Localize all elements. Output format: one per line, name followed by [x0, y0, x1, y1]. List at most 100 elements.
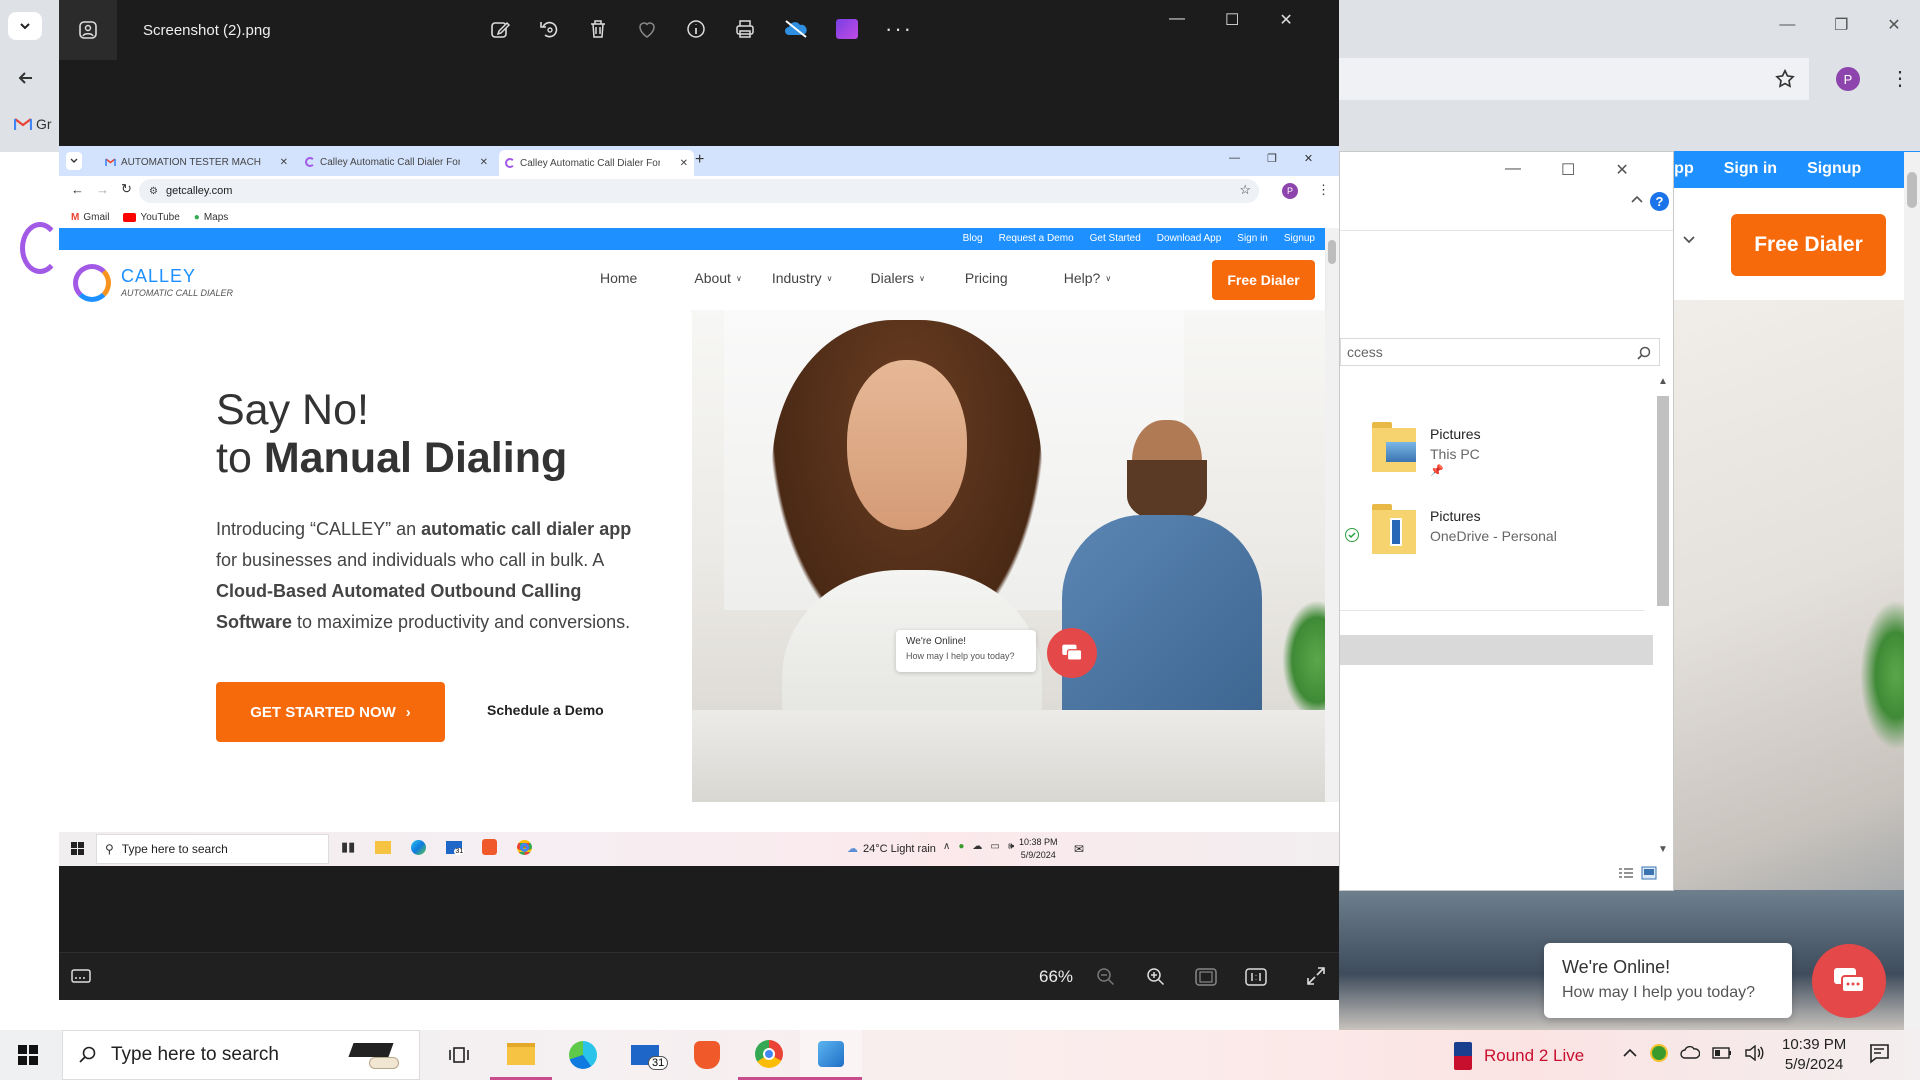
- schedule-demo-link[interactable]: Schedule a Demo: [487, 702, 604, 718]
- start-button[interactable]: [18, 1045, 38, 1065]
- tray-app-icon[interactable]: [1650, 1044, 1668, 1062]
- minimize-icon[interactable]: —: [1779, 16, 1795, 34]
- filmstrip-icon[interactable]: [71, 967, 91, 985]
- chrome-button[interactable]: [738, 1030, 800, 1080]
- inner-tab-active[interactable]: Calley Automatic Call Dialer For ✕: [499, 150, 694, 176]
- tab-dropdown-button[interactable]: [8, 12, 42, 40]
- bg-menu-icon[interactable]: ⋮: [1890, 66, 1910, 91]
- info-icon[interactable]: [685, 18, 707, 40]
- photos-button[interactable]: [800, 1030, 862, 1080]
- onedrive-icon[interactable]: [1680, 1046, 1700, 1060]
- explorer-minimize-icon[interactable]: —: [1505, 160, 1521, 180]
- topbar-signin-link[interactable]: Sign in: [1237, 233, 1268, 244]
- topbar-request-demo-link[interactable]: Request a Demo: [999, 233, 1074, 244]
- bg-topbar-signup-link[interactable]: Signup: [1807, 160, 1861, 178]
- bg-address-bar[interactable]: [1339, 58, 1809, 100]
- bookmark-youtube[interactable]: YouTube: [123, 212, 180, 223]
- inner-star-icon[interactable]: ☆: [1239, 182, 1251, 198]
- delete-icon[interactable]: [587, 18, 609, 40]
- zoom-in-icon[interactable]: [1146, 967, 1166, 987]
- task-view-button[interactable]: [428, 1030, 490, 1080]
- mail-icon[interactable]: 31: [446, 840, 465, 855]
- edge-button[interactable]: [552, 1030, 614, 1080]
- tray-chevron-icon[interactable]: ∧: [943, 841, 950, 852]
- details-view-icon[interactable]: [1618, 867, 1634, 879]
- brave-icon[interactable]: [482, 839, 498, 855]
- bg-avatar[interactable]: P: [1836, 67, 1860, 91]
- site-info-icon[interactable]: ⚙: [149, 186, 158, 197]
- large-icons-view-icon[interactable]: [1641, 866, 1657, 880]
- nav-dialers[interactable]: Dialers ∨: [870, 270, 924, 286]
- volume-icon[interactable]: 🕪: [1008, 841, 1014, 852]
- bg-back-button[interactable]: [16, 68, 36, 88]
- inner-reload-icon[interactable]: ↻: [121, 181, 132, 197]
- notification-center-button[interactable]: [1868, 1042, 1892, 1066]
- inner-notification-icon[interactable]: ✉: [1074, 842, 1084, 856]
- bookmark-maps[interactable]: ● Maps: [194, 212, 229, 223]
- inner-tab-search-button[interactable]: [66, 152, 82, 170]
- topbar-get-started-link[interactable]: Get Started: [1090, 233, 1141, 244]
- explorer-close-icon[interactable]: ✕: [1615, 160, 1628, 180]
- explorer-maximize-icon[interactable]: ☐: [1561, 160, 1575, 180]
- round-2-live-widget[interactable]: Round 2 Live: [1454, 1042, 1584, 1070]
- tab-close-icon[interactable]: ✕: [280, 157, 288, 168]
- file-explorer-button[interactable]: [490, 1030, 552, 1080]
- quick-access-item[interactable]: Pictures This PC 📌: [1372, 422, 1632, 482]
- inner-clock[interactable]: 10:38 PM 5/9/2024: [1019, 836, 1058, 862]
- bg-topbar-signin-link[interactable]: Sign in: [1724, 160, 1777, 178]
- clipchamp-icon[interactable]: [836, 19, 858, 39]
- topbar-download-app-link[interactable]: Download App: [1157, 233, 1222, 244]
- inner-restore-icon[interactable]: ❐: [1267, 152, 1277, 165]
- ribbon-collapse-icon[interactable]: [1630, 194, 1644, 204]
- get-started-button[interactable]: GET STARTED NOW ›: [216, 682, 445, 742]
- tab-close-icon[interactable]: ✕: [480, 157, 488, 168]
- bg-nav-chevron-icon[interactable]: [1682, 235, 1696, 245]
- tray-chevron-up-icon[interactable]: [1622, 1047, 1638, 1059]
- bg-free-dialer-button[interactable]: Free Dialer: [1731, 214, 1886, 276]
- nav-industry[interactable]: Industry ∨: [772, 270, 833, 286]
- rotate-icon[interactable]: [538, 18, 560, 40]
- battery-icon[interactable]: ▭: [990, 841, 999, 852]
- file-explorer-icon[interactable]: [375, 840, 392, 854]
- inner-minimize-icon[interactable]: —: [1229, 152, 1240, 165]
- free-dialer-button[interactable]: Free Dialer: [1212, 260, 1315, 300]
- onedrive-sync-icon[interactable]: [783, 18, 809, 40]
- inner-forward-icon[interactable]: →: [96, 182, 109, 197]
- task-view-icon[interactable]: ▮▮: [341, 839, 355, 855]
- onedrive-icon[interactable]: ☁: [972, 841, 982, 852]
- nav-home[interactable]: Home: [600, 270, 637, 286]
- chrome-icon[interactable]: [517, 839, 533, 855]
- bg-bookmark-star-icon[interactable]: [1774, 68, 1796, 90]
- nav-about[interactable]: About ∨: [694, 270, 741, 286]
- bookmark-gmail[interactable]: M Gmail: [71, 212, 109, 223]
- nav-pricing[interactable]: Pricing: [965, 270, 1008, 286]
- close-icon[interactable]: ✕: [1887, 15, 1900, 35]
- photos-app-icon[interactable]: [59, 0, 117, 60]
- tray-app-icon[interactable]: ●: [958, 841, 964, 852]
- inner-weather[interactable]: ☁ 24°C Light rain: [847, 842, 936, 856]
- topbar-blog-link[interactable]: Blog: [963, 233, 983, 244]
- explorer-search-box[interactable]: ccess: [1340, 338, 1660, 366]
- inner-avatar[interactable]: P: [1282, 183, 1298, 199]
- photos-close-icon[interactable]: ✕: [1279, 10, 1292, 30]
- inner-close-icon[interactable]: ✕: [1304, 152, 1313, 165]
- mail-button[interactable]: 31: [614, 1030, 676, 1080]
- inner-back-icon[interactable]: ←: [71, 182, 84, 197]
- bg-scrollbar[interactable]: [1904, 152, 1920, 1032]
- inner-address-bar[interactable]: ⚙ getcalley.com ☆: [139, 179, 1259, 203]
- bg-chat-button[interactable]: [1812, 944, 1886, 1018]
- edge-icon[interactable]: [411, 839, 427, 855]
- print-icon[interactable]: [734, 18, 756, 40]
- tab-close-icon[interactable]: ✕: [680, 158, 688, 169]
- restore-icon[interactable]: ❐: [1834, 15, 1848, 35]
- fullscreen-icon[interactable]: [1306, 966, 1326, 986]
- inner-chat-button[interactable]: [1047, 628, 1097, 678]
- favorite-heart-icon[interactable]: [636, 18, 658, 40]
- volume-icon[interactable]: [1744, 1045, 1764, 1061]
- calley-logo[interactable]: CALLEY AUTOMATIC CALL DIALER: [73, 264, 253, 304]
- explorer-selected-row[interactable]: [1340, 635, 1653, 665]
- nav-help[interactable]: Help? ∨: [1064, 270, 1111, 286]
- actual-size-icon[interactable]: [1245, 968, 1267, 986]
- inner-scrollbar[interactable]: [1325, 228, 1339, 802]
- fit-to-window-icon[interactable]: [1195, 968, 1217, 986]
